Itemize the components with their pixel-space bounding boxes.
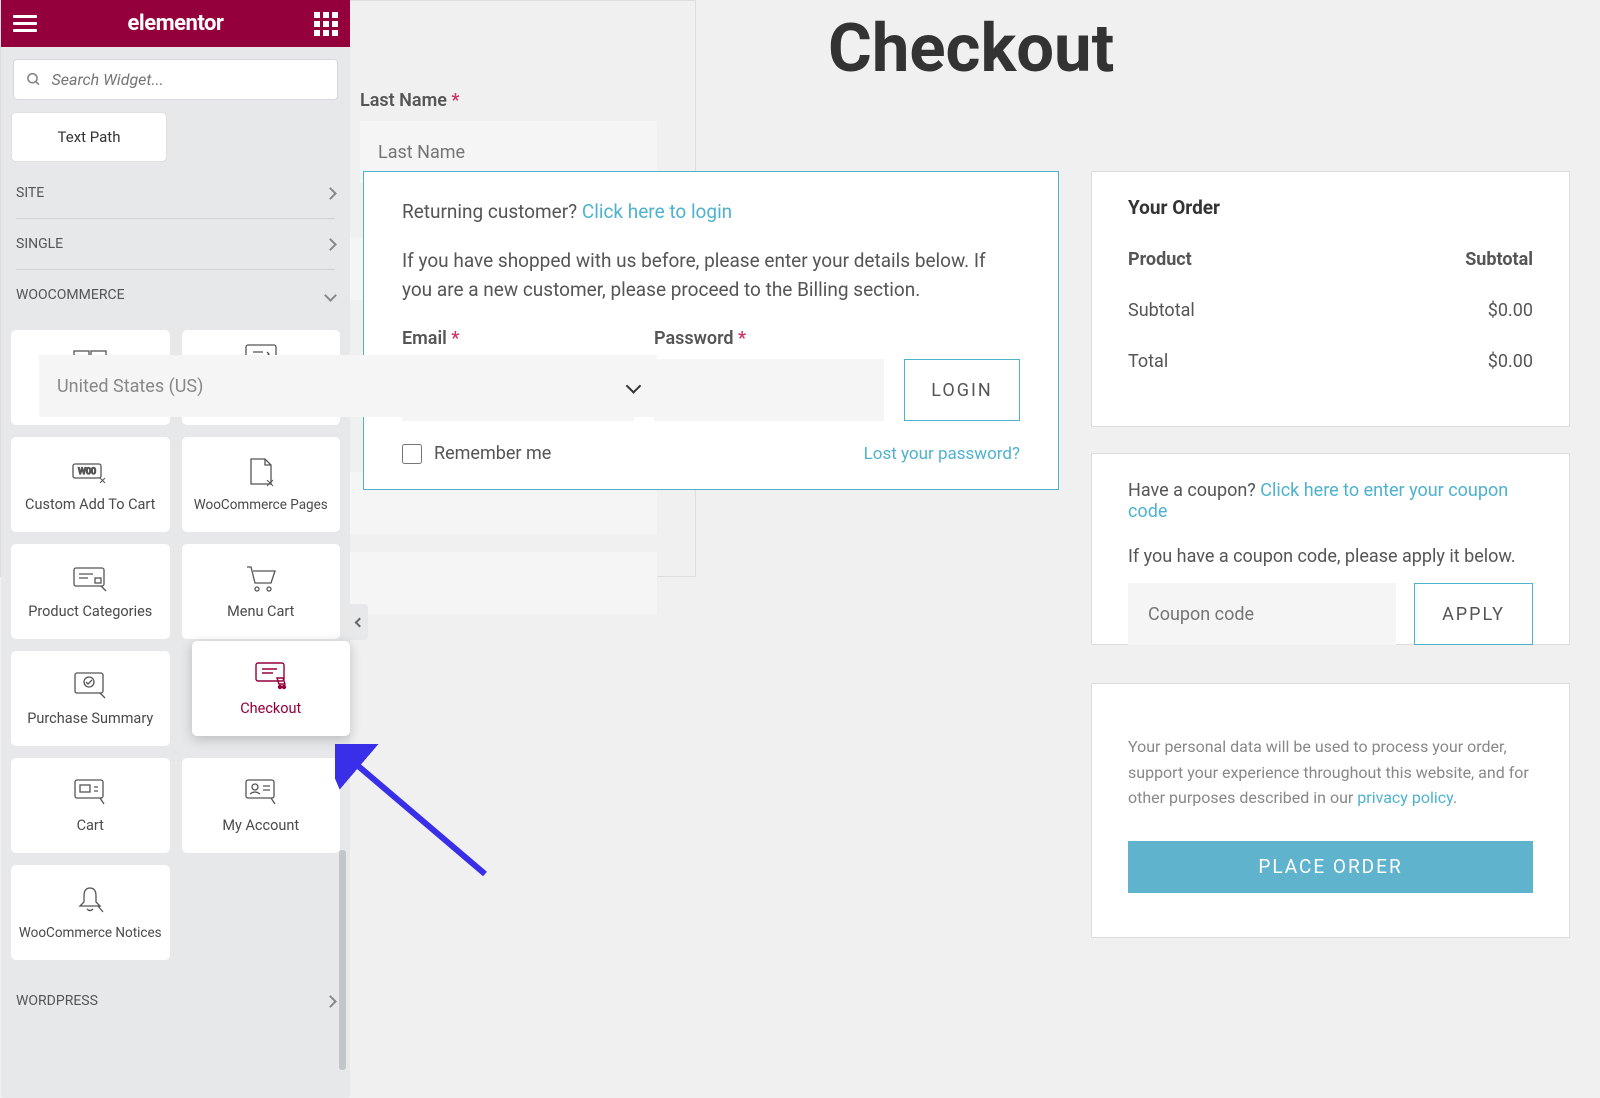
pages-icon xyxy=(247,457,275,489)
password-input[interactable] xyxy=(654,359,884,421)
add-cart-icon: W00 xyxy=(72,456,108,488)
widget-checkout[interactable]: Checkout xyxy=(192,641,351,736)
apply-button[interactable]: APPLY xyxy=(1414,583,1533,645)
widget-woo-pages[interactable]: WooCommerce Pages xyxy=(182,437,341,532)
menu-cart-icon xyxy=(245,563,277,595)
chevron-right-icon xyxy=(324,187,337,200)
returning-customer-panel: Returning customer? Click here to login … xyxy=(363,171,1059,490)
section-site[interactable]: SITE xyxy=(1,168,350,218)
widget-menu-cart[interactable]: Menu Cart xyxy=(182,544,341,639)
scrollbar[interactable] xyxy=(339,850,346,1070)
elementor-sidebar: elementor Text Path SITE SINGLE WOOCOMME… xyxy=(1,0,350,1098)
section-wordpress[interactable]: WORDPRESS xyxy=(1,976,350,1026)
apps-grid-icon[interactable] xyxy=(314,12,338,36)
login-help-text: If you have shopped with us before, plea… xyxy=(402,247,1020,304)
order-subtotal-row: Subtotal$0.00 xyxy=(1128,300,1533,321)
remember-me[interactable]: Remember me xyxy=(402,443,551,464)
remember-checkbox[interactable] xyxy=(402,444,422,464)
last-name-label: Last Name * xyxy=(360,90,657,111)
hamburger-icon[interactable] xyxy=(13,15,37,33)
widget-custom-add-to-cart[interactable]: W00 Custom Add To Cart xyxy=(11,437,170,532)
svg-text:W00: W00 xyxy=(78,467,96,477)
categories-icon xyxy=(73,563,107,595)
privacy-text: Your personal data will be used to proce… xyxy=(1128,734,1533,811)
widget-product-categories[interactable]: Product Categories xyxy=(11,544,170,639)
chevron-right-icon xyxy=(324,995,337,1008)
summary-icon xyxy=(74,670,106,702)
widget-purchase-summary[interactable]: Purchase Summary xyxy=(11,651,170,746)
woocommerce-widgets: Products WooCommerce Breadcrumbs W00 Cus… xyxy=(1,320,350,970)
coupon-panel: Have a coupon? Click here to enter your … xyxy=(1091,453,1570,645)
privacy-policy-link[interactable]: privacy policy xyxy=(1357,788,1453,807)
annotation-arrow xyxy=(335,744,495,884)
cart-icon xyxy=(74,777,106,809)
country-select[interactable] xyxy=(39,355,657,417)
page-title: Checkout xyxy=(828,10,1114,88)
section-single[interactable]: SINGLE xyxy=(1,219,350,269)
account-icon xyxy=(245,777,277,809)
place-order-panel: Your personal data will be used to proce… xyxy=(1091,683,1570,938)
brand-logo: elementor xyxy=(128,11,224,36)
place-order-button[interactable]: PLACE ORDER xyxy=(1128,841,1533,893)
search-input[interactable] xyxy=(52,70,325,89)
sidebar-collapse-tab[interactable] xyxy=(350,604,368,640)
search-widget-box[interactable] xyxy=(13,59,338,100)
login-button[interactable]: LOGIN xyxy=(904,359,1020,421)
email-label: Email * xyxy=(402,328,634,349)
coupon-help: If you have a coupon code, please apply … xyxy=(1128,546,1533,567)
search-icon xyxy=(26,71,42,88)
widget-my-account[interactable]: My Account xyxy=(182,758,341,853)
password-label: Password * xyxy=(654,328,884,349)
chevron-down-icon xyxy=(324,289,337,302)
order-header-row: ProductSubtotal xyxy=(1128,249,1533,270)
coupon-question: Have a coupon? Click here to enter your … xyxy=(1128,480,1533,522)
your-order-panel: Your Order ProductSubtotal Subtotal$0.00… xyxy=(1091,171,1570,427)
chevron-right-icon xyxy=(324,238,337,251)
notices-icon xyxy=(76,885,104,917)
returning-customer-text: Returning customer? Click here to login xyxy=(402,200,1020,223)
section-woocommerce[interactable]: WOOCOMMERCE xyxy=(1,270,350,320)
click-to-login-link[interactable]: Click here to login xyxy=(582,200,732,223)
widget-woo-notices[interactable]: WooCommerce Notices xyxy=(11,865,170,960)
sidebar-header: elementor xyxy=(1,0,350,47)
lost-password-link[interactable]: Lost your password? xyxy=(864,444,1020,464)
widget-cart[interactable]: Cart xyxy=(11,758,170,853)
order-title: Your Order xyxy=(1128,196,1533,219)
checkout-icon xyxy=(255,660,287,692)
order-total-row: Total$0.00 xyxy=(1128,351,1533,372)
coupon-input[interactable] xyxy=(1128,583,1396,645)
widget-text-path[interactable]: Text Path xyxy=(11,112,167,162)
